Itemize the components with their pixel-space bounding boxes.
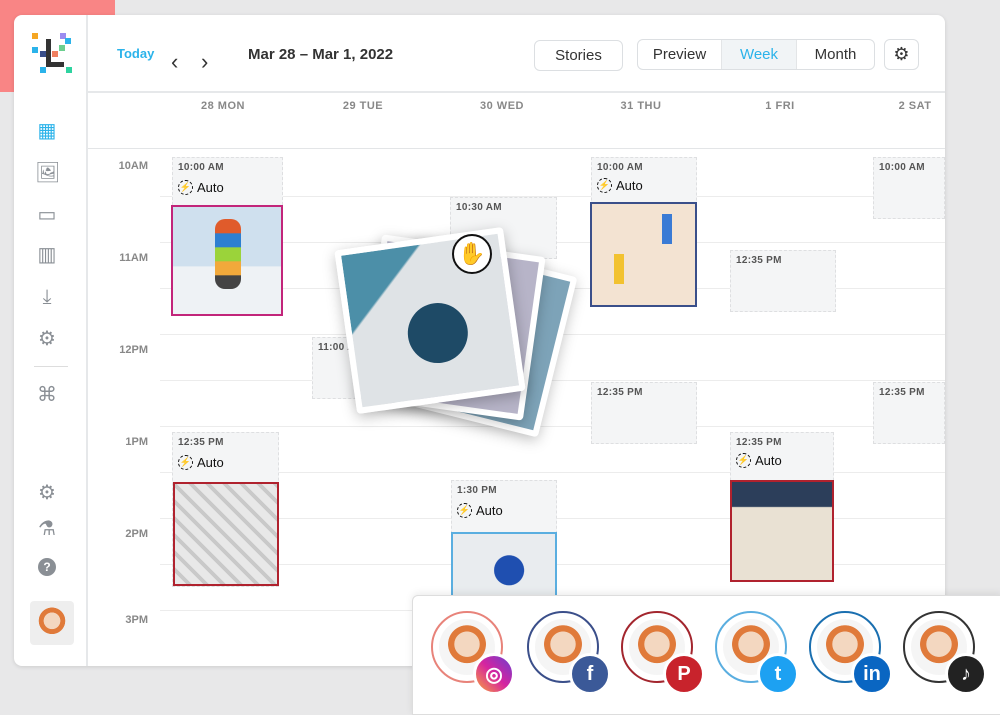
auto-publish-label: ⚡ Auto (178, 180, 224, 195)
day-header: 1 FRI (765, 100, 795, 112)
gallery-icon[interactable]: 🖼 (35, 161, 60, 185)
post-slot[interactable]: 10:00 AM (873, 157, 945, 219)
tab-preview[interactable]: Preview (638, 40, 722, 69)
inbox-icon[interactable]: ⤓ (35, 285, 59, 309)
hour-label: 11AM (119, 252, 148, 264)
post-slot[interactable]: 12:35 PM (873, 382, 945, 444)
logo (32, 33, 72, 73)
comments-icon[interactable]: ▭ (35, 203, 59, 227)
day-header: 31 THU (620, 100, 662, 112)
date-range: Mar 28 – Mar 1, 2022 (248, 46, 394, 63)
hour-label: 12PM (119, 344, 148, 356)
post-image[interactable] (451, 532, 557, 602)
account-twitter[interactable]: t (715, 611, 799, 695)
day-header: 28 MON (201, 100, 245, 112)
view-switcher: Preview Week Month (637, 39, 875, 70)
integrations-icon[interactable]: ⌘ (35, 383, 59, 407)
linkedin-icon: in (851, 653, 893, 695)
auto-icon: ⚡ (178, 180, 193, 195)
hour-label: 10AM (118, 160, 148, 172)
sidebar: ▦ 🖼 ▭ ▥ ⤓ ⚙ ⌘ ⚙ ⚗ ? (14, 15, 88, 666)
today-button[interactable]: Today (117, 46, 154, 61)
pinterest-icon: P (663, 653, 705, 695)
post-slot[interactable]: 12:35 PM (591, 382, 697, 444)
account-linkedin[interactable]: in (809, 611, 893, 695)
grab-hand-icon: ✋ (452, 234, 492, 274)
help-icon[interactable]: ? (35, 553, 59, 577)
next-week-button[interactable]: › (201, 49, 208, 75)
auto-icon: ⚡ (457, 503, 472, 518)
dragged-photo[interactable] (334, 226, 526, 415)
stories-button[interactable]: Stories (534, 40, 623, 71)
account-tiktok[interactable]: ♪ (903, 611, 987, 695)
auto-icon: ⚡ (178, 455, 193, 470)
auto-icon: ⚡ (736, 453, 751, 468)
automation-icon[interactable]: ⚙ (35, 327, 59, 351)
settings-icon[interactable]: ⚙ (35, 481, 59, 505)
post-image[interactable] (173, 482, 279, 586)
facebook-icon: f (569, 653, 611, 695)
day-header: 30 WED (480, 100, 524, 112)
tab-week[interactable]: Week (722, 40, 797, 69)
account-pinterest[interactable]: P (621, 611, 705, 695)
auto-icon: ⚡ (597, 178, 612, 193)
grid-line (160, 426, 945, 427)
post-slot[interactable]: 12:35 PM (730, 250, 836, 312)
post-image[interactable] (590, 202, 697, 307)
settings-gear-button[interactable]: ⚙ (884, 39, 919, 70)
grid-header-line (88, 148, 945, 149)
tiktok-icon: ♪ (945, 653, 987, 695)
social-accounts-panel: ◎ f P t in ♪ (412, 595, 1000, 715)
hour-label: 2PM (125, 528, 148, 540)
lab-icon[interactable]: ⚗ (35, 517, 59, 541)
divider (34, 366, 68, 367)
hour-label: 1PM (125, 436, 148, 448)
grid-line (160, 380, 945, 381)
hour-label: 3PM (125, 614, 148, 626)
toolbar: Today ‹ › Mar 28 – Mar 1, 2022 Stories P… (88, 15, 945, 93)
day-header: 29 TUE (342, 100, 384, 112)
twitter-icon: t (757, 653, 799, 695)
auto-publish-label: ⚡ Auto (457, 503, 503, 518)
account-instagram[interactable]: ◎ (431, 611, 515, 695)
post-image[interactable] (730, 480, 834, 582)
auto-publish-label: ⚡ Auto (178, 455, 224, 470)
prev-week-button[interactable]: ‹ (171, 49, 178, 75)
post-image[interactable] (171, 205, 283, 316)
calendar-icon[interactable]: ▦ (35, 119, 59, 143)
analytics-icon[interactable]: ▥ (35, 243, 59, 267)
tab-month[interactable]: Month (797, 40, 874, 69)
auto-publish-label: ⚡ Auto (597, 178, 643, 193)
instagram-icon: ◎ (473, 653, 515, 695)
day-header: 2 SAT (898, 100, 932, 112)
auto-publish-label: ⚡ Auto (736, 453, 782, 468)
account-facebook[interactable]: f (527, 611, 611, 695)
avatar[interactable] (30, 601, 74, 645)
